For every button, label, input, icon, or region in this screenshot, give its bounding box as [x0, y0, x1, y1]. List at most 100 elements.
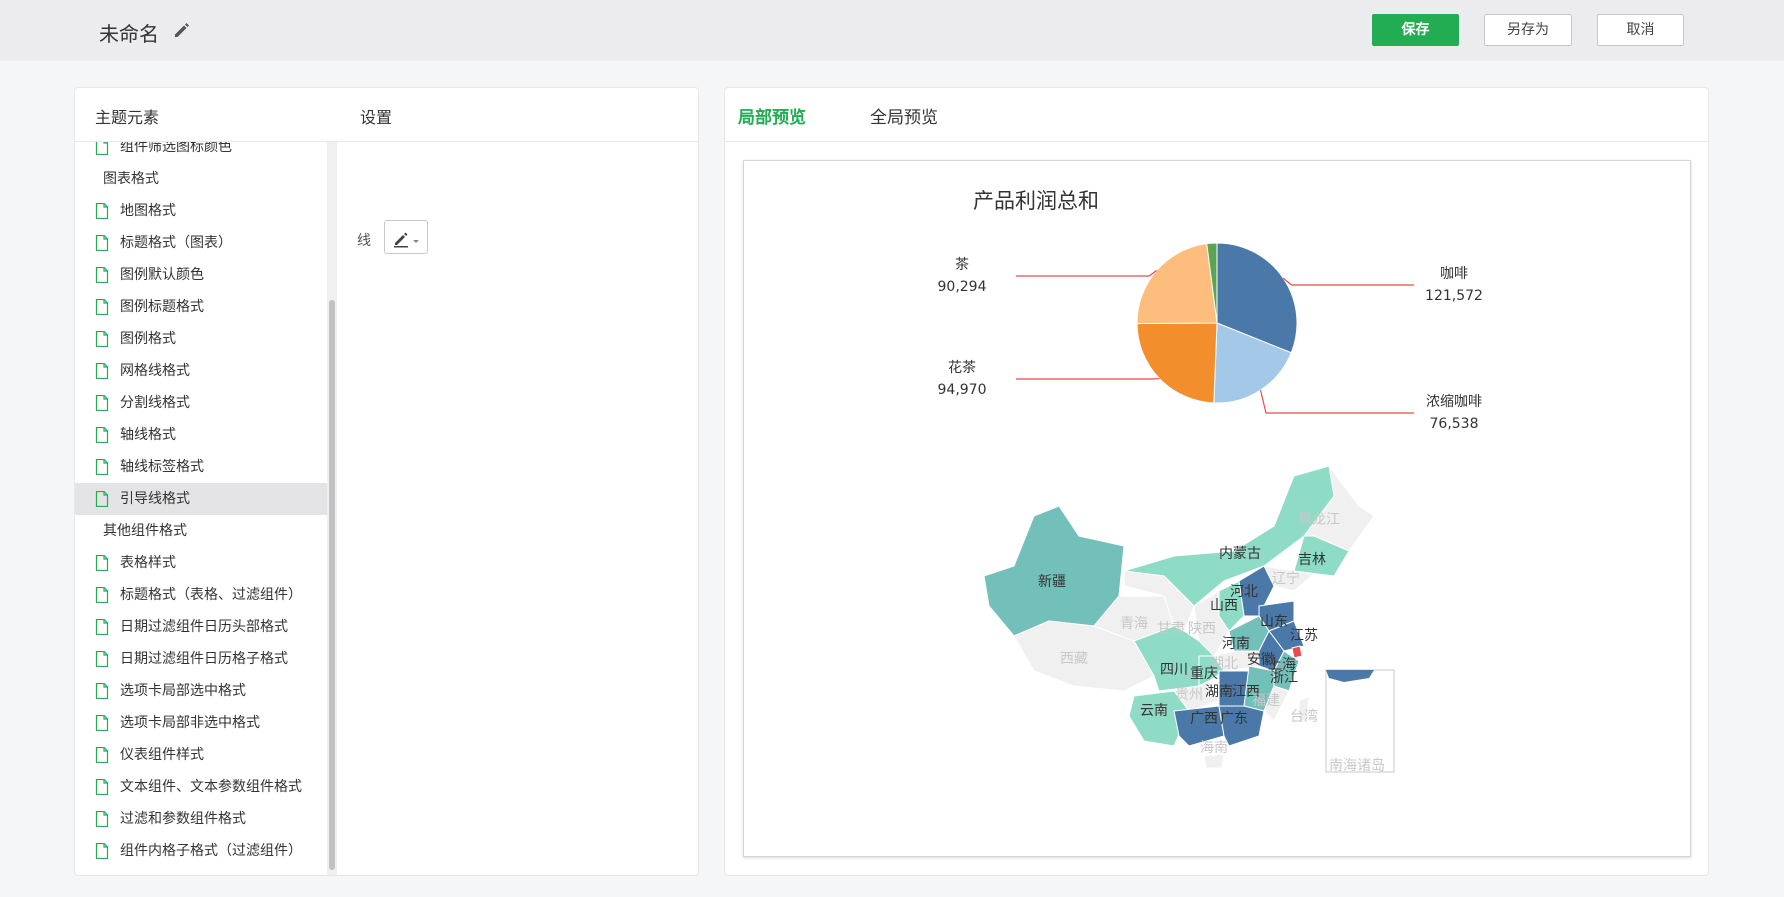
- tree-item-label: 组件筛选图标颜色: [120, 142, 232, 155]
- file-icon: [95, 331, 109, 347]
- map-province-label: 台湾: [1290, 708, 1318, 725]
- map-province-label: 广东: [1220, 711, 1248, 727]
- map-province-label: 浙江: [1270, 670, 1298, 686]
- map-province-label: 西藏: [1060, 651, 1088, 667]
- cancel-button[interactable]: 取消: [1597, 14, 1684, 46]
- file-icon: [95, 715, 109, 731]
- tree-item-label: 表格样式: [120, 555, 176, 571]
- tree-item[interactable]: 组件筛选图标颜色: [75, 142, 327, 163]
- tree-item[interactable]: 图例标题格式: [75, 291, 327, 323]
- tab-global-preview[interactable]: 全局预览: [870, 103, 938, 128]
- map-province-label: 云南: [1140, 703, 1168, 719]
- settings-title: 设置: [360, 108, 393, 127]
- pie-label-value: 94,970: [937, 382, 987, 398]
- map-province[interactable]: [1325, 669, 1395, 773]
- pie-slice[interactable]: [1136, 243, 1218, 325]
- map-province-label: 甘肃: [1157, 621, 1185, 637]
- file-icon: [95, 363, 109, 379]
- tree-item-label: 轴线标签格式: [120, 459, 204, 475]
- tree-item[interactable]: 分割线格式: [75, 387, 327, 419]
- tree-item-label: 图例标题格式: [120, 299, 204, 315]
- line-style-picker[interactable]: [384, 220, 428, 254]
- tree-item[interactable]: 文本组件、文本参数组件格式: [75, 771, 327, 803]
- theme-editor-panel: 主题元素 设置 组件筛选图标颜色 图表格式 地图格式 标题格式（图表） 图例默认颜色…: [74, 87, 699, 876]
- file-icon: [95, 395, 109, 411]
- tree-group-other[interactable]: 其他组件格式: [75, 515, 327, 547]
- tree-item-label: 标题格式（图表）: [120, 235, 232, 251]
- tree-item[interactable]: 轴线格式: [75, 419, 327, 451]
- save-as-button[interactable]: 另存为: [1484, 14, 1572, 46]
- preview-panel: 局部预览 全局预览 产品利润总和 咖啡 121,572 浓缩咖啡 76,538 花茶 94…: [724, 87, 1709, 876]
- tree-item-label: 引导线格式: [120, 491, 190, 507]
- tree-item[interactable]: 选项卡局部选中格式: [75, 675, 327, 707]
- tree-item[interactable]: 日期过滤组件日历头部格式: [75, 611, 327, 643]
- tree-item[interactable]: 选项卡局部非选中格式: [75, 707, 327, 739]
- document-title: 未命名: [99, 22, 159, 46]
- map-province-label: 新疆: [1038, 574, 1066, 590]
- tree-group-label: 图表格式: [103, 171, 159, 187]
- preview-tabs: 局部预览 全局预览: [725, 88, 1708, 142]
- file-icon: [95, 427, 109, 443]
- tree-item[interactable]: 图例默认颜色: [75, 259, 327, 291]
- map-province-label: 河南: [1222, 636, 1250, 652]
- map-province-label: 湖南: [1205, 684, 1233, 700]
- pie-label-value: 90,294: [937, 279, 987, 295]
- pie-chart: [1016, 242, 1414, 414]
- map-province[interactable]: [1203, 753, 1225, 769]
- tree-item-label: 轴线格式: [120, 427, 176, 443]
- map-province-label: 青海: [1120, 616, 1148, 632]
- tree-item-label: 网格线格式: [120, 363, 190, 379]
- tree-group-chart[interactable]: 图表格式: [75, 163, 327, 195]
- map-province-label: 南海诸岛: [1329, 758, 1385, 774]
- tree-item-label: 文本组件、文本参数组件格式: [120, 779, 302, 795]
- pencil-icon[interactable]: [172, 20, 192, 40]
- pie-label-name: 浓缩咖啡: [1426, 394, 1482, 410]
- map-province-label: 陕西: [1188, 621, 1216, 637]
- map-province-label: 吉林: [1298, 552, 1326, 568]
- pie-data-label: 花茶 94,970: [932, 357, 992, 401]
- theme-element-tree: 组件筛选图标颜色 图表格式 地图格式标题格式（图表） 图例默认颜色图例标题格式 图例…: [75, 142, 327, 875]
- file-icon: [95, 779, 109, 795]
- tree-item[interactable]: 图例格式: [75, 323, 327, 355]
- tree-item-label: 地图格式: [120, 203, 176, 219]
- pie-data-label: 浓缩咖啡 76,538: [1424, 391, 1484, 435]
- tree-item[interactable]: 轴线标签格式: [75, 451, 327, 483]
- file-icon: [95, 651, 109, 667]
- tree-item[interactable]: 地图格式: [75, 195, 327, 227]
- tree-item[interactable]: 标题格式（图表）: [75, 227, 327, 259]
- tree-item[interactable]: 网格线格式: [75, 355, 327, 387]
- tree-item[interactable]: 标题格式（表格、过滤组件）: [75, 579, 327, 611]
- settings-area: 线: [337, 142, 698, 875]
- tree-item[interactable]: 日期过滤组件日历格子格式: [75, 643, 327, 675]
- map-province-label: 海南: [1200, 740, 1228, 756]
- tree-item-label: 图例格式: [120, 331, 176, 347]
- tree-item-label: 过滤和参数组件格式: [120, 811, 246, 827]
- pie-data-label: 咖啡 121,572: [1424, 263, 1484, 307]
- tab-local-preview[interactable]: 局部预览: [738, 103, 806, 128]
- file-icon: [95, 747, 109, 763]
- scrollbar-thumb[interactable]: [329, 300, 335, 870]
- save-button[interactable]: 保存: [1372, 14, 1459, 46]
- map-province-label: 四川: [1160, 662, 1188, 678]
- pie-label-name: 咖啡: [1440, 266, 1468, 282]
- file-icon: [95, 811, 109, 827]
- pie-data-label: 茶 90,294: [932, 254, 992, 298]
- map-province-label: 广西: [1190, 711, 1218, 727]
- tree-item[interactable]: 仪表组件样式: [75, 739, 327, 771]
- tree-scrollbar[interactable]: [327, 142, 337, 875]
- leader-line: [1016, 269, 1158, 277]
- tree-item[interactable]: 引导线格式: [75, 483, 327, 515]
- file-icon: [95, 142, 109, 155]
- tree-item[interactable]: 组件内格子格式（过滤组件）: [75, 835, 327, 867]
- leader-line: [1282, 277, 1414, 286]
- tree-item-label: 分割线格式: [120, 395, 190, 411]
- pie-slice[interactable]: [1136, 322, 1218, 404]
- line-label: 线: [357, 233, 371, 249]
- tree-item[interactable]: 表格样式: [75, 547, 327, 579]
- tree-item-label: 日期过滤组件日历格子格式: [120, 651, 288, 667]
- pie-label-name: 花茶: [948, 360, 976, 376]
- file-icon: [95, 619, 109, 635]
- tree-group-label: 其他组件格式: [103, 523, 187, 539]
- leader-line: [1259, 389, 1414, 414]
- tree-item[interactable]: 过滤和参数组件格式: [75, 803, 327, 835]
